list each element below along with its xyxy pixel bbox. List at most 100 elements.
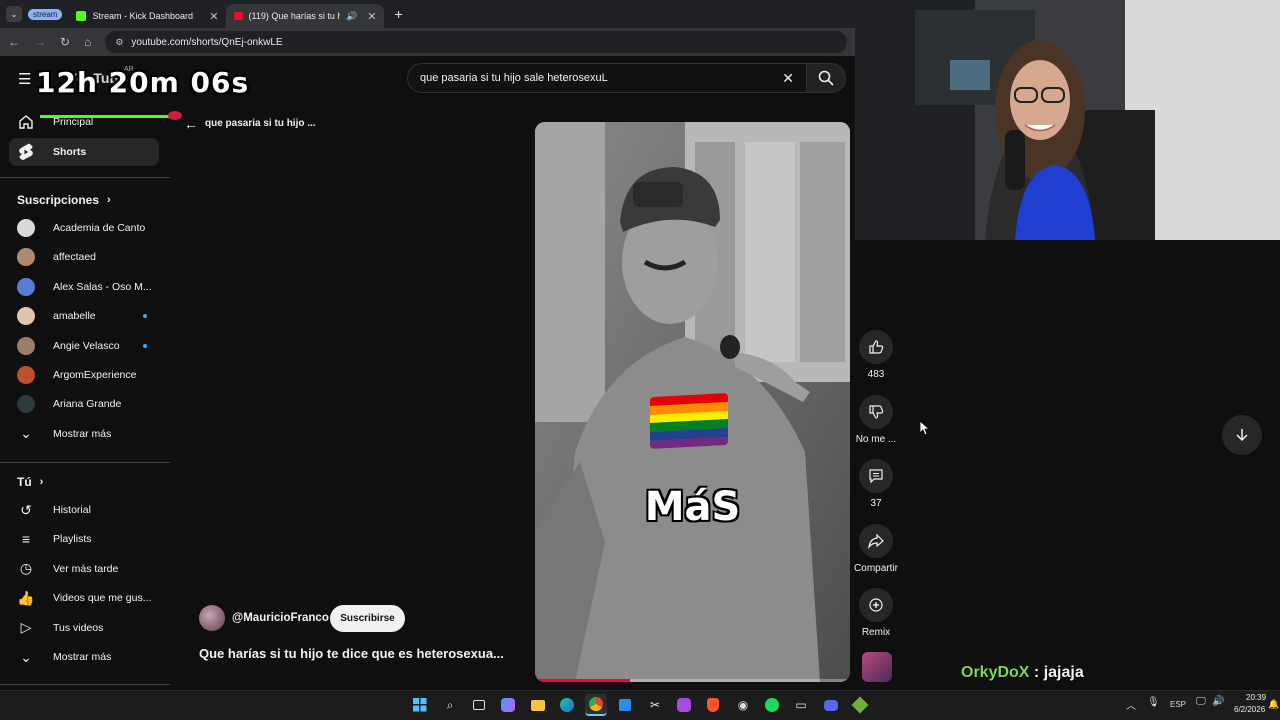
short-title[interactable]: Que harías si tu hijo te dice que es het… [199,646,504,661]
chrome-icon[interactable] [585,694,607,716]
subscription-item[interactable]: Alex Salas - Oso M... [9,273,159,301]
next-short-button[interactable] [1222,415,1262,455]
speaker-icon[interactable]: 🔊 [346,11,357,22]
shorts-icon [17,143,35,161]
subscription-item[interactable]: affectaed [9,243,159,271]
stream-app-icon[interactable] [673,694,695,716]
sidebar-item-label: Shorts [53,146,87,158]
back-arrow-icon[interactable]: ← [184,116,198,132]
discord-icon[interactable] [820,694,842,716]
thumbs-up-icon [869,340,884,354]
subscriptions-header[interactable]: Suscripciones › [17,193,111,207]
tab-search-button[interactable]: ⌄ [6,6,22,22]
channel-avatar[interactable] [199,605,225,631]
channel-avatar [17,366,35,384]
edge-icon[interactable] [556,694,578,716]
sidebar-item-label: Mostrar más [53,651,112,663]
close-tab-icon[interactable]: ✕ [367,10,376,23]
sidebar-item-liked-videos[interactable]: 👍 Videos que me gus... [9,584,159,612]
subscriptions-show-more[interactable]: ⌄ Mostrar más [9,420,159,448]
network-icon[interactable]: 🖵 [1196,696,1206,707]
menu-icon[interactable]: ☰ [18,70,31,88]
progress-bar[interactable] [535,679,850,682]
dislike-button[interactable] [859,395,893,429]
new-content-dot [143,343,147,348]
show-hidden-icons[interactable]: ︿ [1126,697,1136,712]
search-input[interactable]: que pasaria si tu hijo sale heterosexuL … [407,63,807,93]
home-button-icon[interactable]: ⌂ [84,35,91,49]
remix-button[interactable] [859,588,893,622]
history-icon: ↺ [20,501,32,518]
language-indicator[interactable]: ESP [1170,700,1186,709]
search-query[interactable]: que pasaria si tu hijo sale heterosexuL [420,72,608,84]
forward-icon[interactable]: → [34,35,46,49]
comments-button[interactable] [859,459,893,493]
sidebar-item-label: affectaed [53,251,97,264]
spotify-icon[interactable] [761,694,783,716]
copilot-icon[interactable] [497,694,519,716]
arrow-down-icon [1236,429,1248,442]
subscription-item[interactable]: Ariana Grande [9,390,159,418]
task-view-icon[interactable] [468,694,490,716]
timer-underline [40,115,176,118]
start-button[interactable] [409,694,431,716]
windows-taskbar [0,690,1280,720]
omnibox[interactable]: ⚙ youtube.com/shorts/QnEj-onkwLE [105,31,847,53]
reload-icon[interactable]: ↻ [60,35,70,49]
tab-kick-dashboard[interactable]: Stream - Kick Dashboard ✕ [68,4,226,28]
channel-name[interactable]: @MauricioFranco [232,612,329,624]
notifications-icon[interactable]: 🔔 [1268,699,1279,710]
minecraft-icon[interactable] [849,694,871,716]
tab-youtube-short[interactable]: (119) Que harías si tu hijo te 🔊 ✕ [226,4,385,28]
search-button[interactable] [806,63,846,93]
subscription-item[interactable]: Angie Velasco [9,332,159,360]
your-videos-icon: ▷ [20,619,32,636]
share-button[interactable] [859,524,893,558]
capcut-icon[interactable]: ✂ [644,694,666,716]
subscription-item[interactable]: ArgomExperience [9,361,159,389]
back-icon[interactable]: ← [8,35,20,49]
obs-icon[interactable]: ◉ [732,694,754,716]
terminal-icon[interactable]: ▭ [790,694,812,716]
store-icon[interactable] [614,694,636,716]
site-info-icon[interactable]: ⚙ [115,37,123,48]
file-explorer-icon[interactable] [527,694,549,716]
webcam-overlay [855,0,1280,240]
audio-thumbnail[interactable] [862,652,892,682]
sidebar-item-your-videos[interactable]: ▷ Tus videos [9,614,159,642]
clock-date[interactable]: 6/2/2026 [1234,705,1265,714]
sidebar-item-label: Alex Salas - Oso M... [53,280,152,293]
subscription-item[interactable]: amabelle [9,302,159,330]
sidebar-item-home[interactable]: Principal [9,108,159,136]
channel-avatar [17,336,35,355]
you-header[interactable]: Tú › [17,475,43,489]
volume-icon[interactable]: 🔊 [1212,696,1224,707]
brave-icon[interactable] [702,694,724,716]
sidebar-item-chevron-down[interactable]: ⌄ Mostrar más [9,643,159,671]
clear-search-icon[interactable]: ✕ [782,70,794,87]
subscribe-button[interactable]: Suscribirse [330,605,405,632]
short-video-player[interactable]: MáS [535,122,850,682]
chevron-right-icon: › [107,194,111,206]
sidebar-item-watch-later[interactable]: ◷ Ver más tarde [9,555,159,583]
sidebar-item-history[interactable]: ↺ Historial [9,496,159,524]
sidebar-item-shorts[interactable]: Shorts [9,138,159,166]
sidebar-item-label: Ariana Grande [53,398,122,411]
back-search-label[interactable]: que pasaria si tu hijo ... [205,118,316,129]
tab-group-label[interactable]: stream [28,8,63,20]
new-tab-button[interactable]: + [394,6,402,22]
sidebar-item-playlists[interactable]: ≡ Playlists [9,525,159,553]
subscription-item[interactable]: Academia de Canto [9,214,159,242]
sidebar: ☰ YouTube AR Principal Shorts Suscripcio… [0,56,170,690]
channel-avatar [17,395,35,414]
progress-fill [535,679,630,682]
taskbar-search-icon[interactable]: ⌕ [439,694,461,716]
like-button[interactable] [859,330,893,364]
youtube-favicon-icon [234,12,243,20]
microphone-icon[interactable]: 🎙 [1147,697,1160,708]
watch-later-icon: ◷ [19,560,33,577]
chat-message: OrkyDoX : jajaja [961,664,1084,682]
clock-time[interactable]: 20:39 [1246,693,1266,702]
url-text[interactable]: youtube.com/shorts/QnEj-onkwLE [131,37,282,48]
close-tab-icon[interactable]: ✕ [209,10,218,23]
